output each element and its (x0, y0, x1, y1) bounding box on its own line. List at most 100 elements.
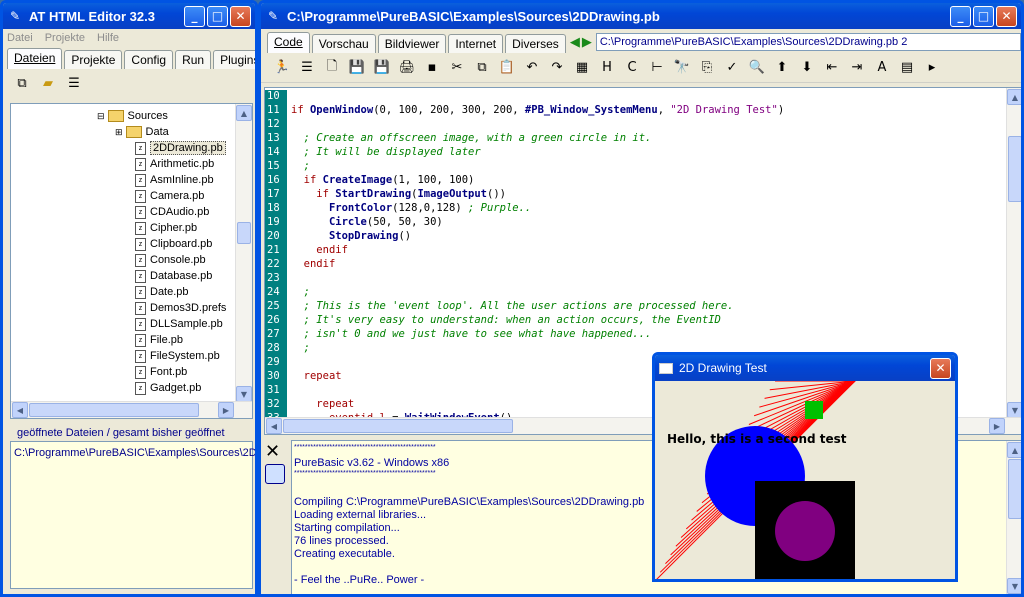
scroll-left-icon[interactable]: ◀ (266, 418, 282, 434)
forward-arrow-icon[interactable]: ▶ (582, 35, 592, 50)
file-list-item[interactable]: z Camera.pb (11, 188, 236, 204)
file-list-item[interactable]: z FileSystem.pb (11, 348, 236, 364)
code-vscroll[interactable]: ▲ ▼ (1006, 88, 1021, 419)
undo-icon[interactable]: ↶ (521, 57, 543, 79)
scroll-up-icon[interactable]: ▲ (1007, 89, 1021, 105)
tab-projekte[interactable]: Projekte (64, 50, 123, 69)
redo-icon[interactable]: ↷ (546, 57, 568, 79)
code-line[interactable]: repeat (291, 398, 354, 410)
file-list-item[interactable]: z Demos3D.prefs (11, 300, 236, 316)
code-line[interactable]: StopDrawing() (291, 230, 411, 242)
scroll-right-icon[interactable]: ▶ (989, 418, 1005, 434)
close-button[interactable]: ✕ (230, 5, 251, 27)
code-line[interactable]: ; This is the 'event loop'. All the user… (291, 300, 734, 312)
tree-icon[interactable]: ⊢ (646, 57, 668, 79)
code-line[interactable]: if StartDrawing(ImageOutput()) (291, 188, 506, 200)
preview-icon[interactable]: 🔍 (746, 57, 768, 79)
print-icon[interactable]: 🖨 (396, 57, 418, 79)
scroll-up-icon[interactable]: ▲ (1007, 442, 1021, 458)
code-line[interactable]: if CreateImage(1, 100, 100) (291, 174, 475, 186)
code-line[interactable]: ; (291, 160, 310, 172)
code-line[interactable]: ; (291, 342, 310, 354)
scroll-up-icon[interactable]: ▲ (236, 105, 252, 121)
tab-diverses[interactable]: Diverses (505, 34, 566, 53)
minimize-button[interactable]: _ (184, 5, 205, 27)
scroll-down-icon[interactable]: ▼ (1007, 578, 1021, 594)
file-list-item[interactable]: z File.pb (11, 332, 236, 348)
code-line[interactable]: ; It will be displayed later (291, 146, 481, 158)
binoculars-icon[interactable]: 🔭 (671, 57, 693, 79)
tab-code[interactable]: Code (267, 32, 310, 53)
close-button[interactable]: ✕ (996, 5, 1017, 27)
align-left-icon[interactable]: ⇤ (821, 57, 843, 79)
code-line[interactable]: endif (291, 244, 348, 256)
file-list-item[interactable]: z Console.pb (11, 252, 236, 268)
scroll-thumb[interactable] (1008, 459, 1021, 519)
code-icon[interactable]: C (621, 57, 643, 79)
tab-bildviewer[interactable]: Bildviewer (377, 34, 447, 53)
run-icon[interactable]: 🏃 (271, 57, 293, 79)
cut-book-icon[interactable]: ▪ (421, 57, 443, 79)
back-arrow-icon[interactable]: ◀ (570, 35, 580, 50)
code-line[interactable]: Circle(50, 50, 30) (291, 216, 443, 228)
macro-icon[interactable]: ▤ (896, 57, 918, 79)
help-icon[interactable] (265, 464, 285, 484)
indent-up-icon[interactable]: ⬆ (771, 57, 793, 79)
scroll-left-icon[interactable]: ◀ (12, 402, 28, 418)
expand-icon[interactable]: ⊞ (115, 127, 123, 138)
file-list-item[interactable]: z Arithmetic.pb (11, 156, 236, 172)
scroll-thumb[interactable] (283, 419, 513, 433)
asp-js-icon[interactable]: A (871, 57, 893, 79)
maximize-button[interactable]: □ (207, 5, 228, 27)
align-right-icon[interactable]: ⇥ (846, 57, 868, 79)
tab-config[interactable]: Config (124, 50, 174, 69)
file-list-item[interactable]: z DLLSample.pb (11, 316, 236, 332)
save-icon[interactable]: 💾 (371, 57, 393, 79)
file-list-item[interactable]: z 2DDrawing.pb (11, 140, 236, 156)
file-list-item[interactable]: z CDAudio.pb (11, 204, 236, 220)
scroll-down-icon[interactable]: ▼ (236, 386, 252, 402)
code-line[interactable]: ; (291, 286, 310, 298)
notes-icon[interactable]: ☰ (63, 72, 85, 94)
code-line[interactable]: FrontColor(128,0,128) ; Purple.. (291, 202, 531, 214)
maximize-button[interactable]: □ (973, 5, 994, 27)
file-list-item[interactable]: z Cipher.pb (11, 220, 236, 236)
code-line[interactable]: repeat (291, 370, 342, 382)
code-line[interactable]: if OpenWindow(0, 100, 200, 300, 200, #PB… (291, 104, 784, 116)
file-list-item[interactable]: z Date.pb (11, 284, 236, 300)
file-list-item[interactable]: z Database.pb (11, 268, 236, 284)
abc-icon[interactable]: ✓ (721, 57, 743, 79)
file-list-item[interactable]: z AsmInline.pb (11, 172, 236, 188)
file-list-item[interactable]: z Clipboard.pb (11, 236, 236, 252)
menu-datei[interactable]: Datei (7, 32, 33, 44)
path-field[interactable]: C:\Programme\PureBASIC\Examples\Sources\… (595, 33, 1021, 51)
tab-plugins[interactable]: Plugins (213, 50, 255, 69)
file-list-item[interactable]: z Font.pb (11, 364, 236, 380)
folder-open-icon[interactable]: ▰ (37, 72, 59, 94)
menu-hilfe[interactable]: Hilfe (97, 32, 119, 44)
minimize-button[interactable]: _ (950, 5, 971, 27)
tree-add-icon[interactable]: ⧉ (11, 72, 33, 94)
scroll-thumb[interactable] (29, 403, 199, 417)
file-list-item[interactable]: z Gadget.pb (11, 380, 236, 396)
close-output-icon[interactable]: ✕ (265, 441, 289, 462)
paste-icon[interactable]: 📋 (496, 57, 518, 79)
html-php-icon[interactable]: H (596, 57, 618, 79)
color-icon[interactable]: ▦ (571, 57, 593, 79)
list-icon[interactable]: ☰ (296, 57, 318, 79)
tree-hscroll[interactable]: ◀ ▶ (11, 401, 252, 418)
tree-folder-sources[interactable]: ⊟ Sources (11, 108, 236, 124)
code-line[interactable]: ; isn't 0 and we just have to see what h… (291, 328, 652, 340)
tree-vscroll[interactable]: ▲ ▼ (235, 104, 252, 403)
code-line[interactable]: ; It's very easy to understand: when an … (291, 314, 721, 326)
new-icon[interactable]: 🗋 (321, 57, 343, 79)
open-file-item[interactable]: C:\Programme\PureBASIC\Examples\Sources\… (14, 445, 255, 461)
file-browser-titlebar[interactable]: ✎ AT HTML Editor 32.3 _ □ ✕ (3, 3, 255, 29)
scroll-right-icon[interactable]: ▶ (218, 402, 234, 418)
code-line[interactable]: ; Create an offscreen image, with a gree… (291, 132, 652, 144)
copy-icon[interactable]: ⧉ (471, 57, 493, 79)
save-gray-icon[interactable]: 💾 (346, 57, 368, 79)
arrow-right-icon[interactable]: ▸ (921, 57, 943, 79)
find-replace-icon[interactable]: ⎘ (696, 57, 718, 79)
popup-titlebar[interactable]: 2D Drawing Test ✕ (655, 355, 955, 381)
